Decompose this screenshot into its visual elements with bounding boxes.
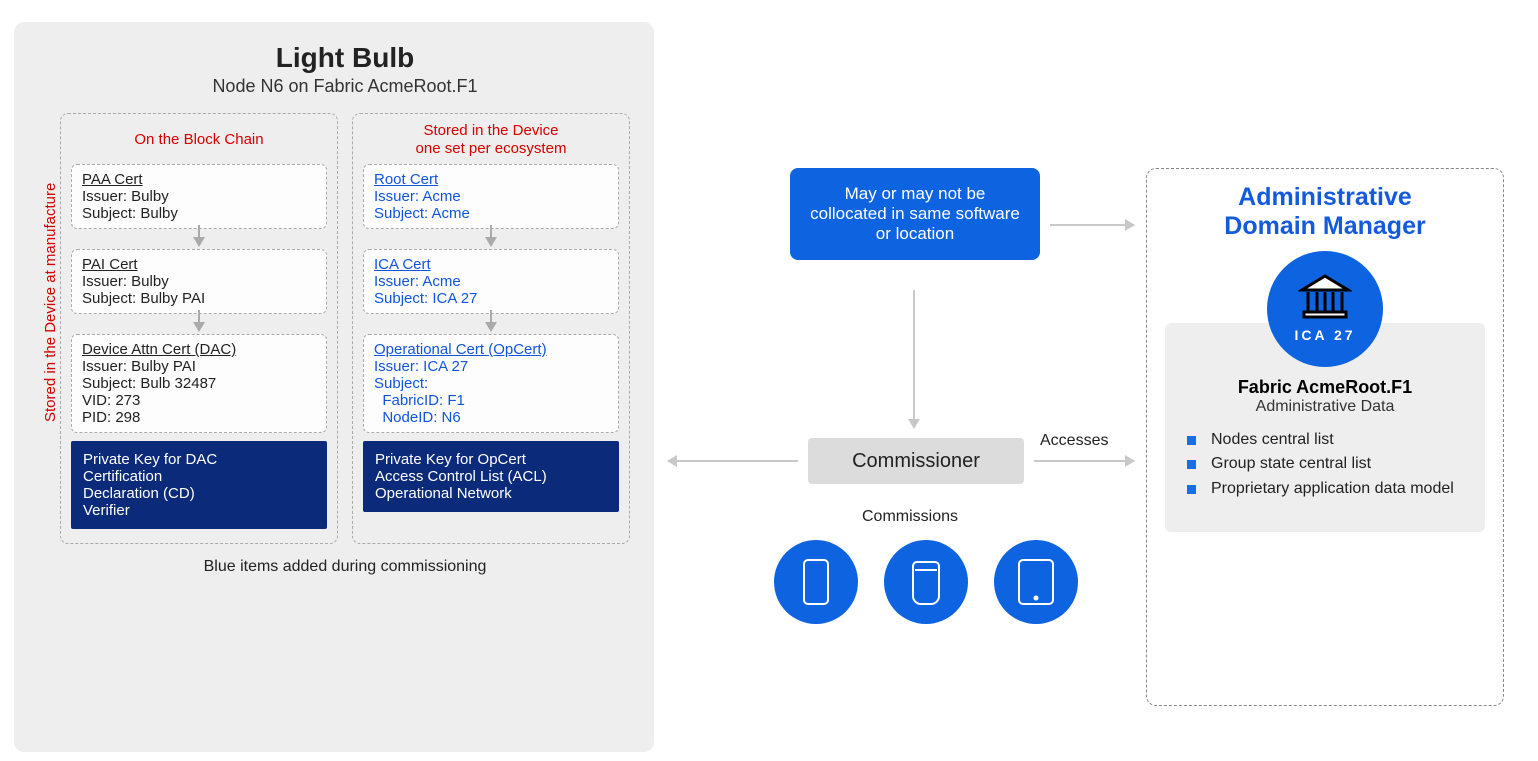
arrow-right-icon xyxy=(1050,224,1134,226)
paa-cert: PAA Cert Issuer: Bulby Subject: Bulby xyxy=(71,164,327,229)
dac-subject: Subject: Bulb 32487 xyxy=(82,375,316,392)
opriv-l3: Operational Network xyxy=(375,485,607,502)
device-heading: Stored in the Device one set per ecosyst… xyxy=(416,122,567,158)
opriv-l2: Access Control List (ACL) xyxy=(375,468,607,485)
opcert-private-key-box: Private Key for OpCert Access Control Li… xyxy=(363,441,619,512)
commissioned-devices xyxy=(774,540,1078,624)
dac-private-key-box: Private Key for DAC Certification Declar… xyxy=(71,441,327,529)
dac-cert-title: Device Attn Cert (DAC) xyxy=(82,341,316,358)
admin-bullet: Proprietary application data model xyxy=(1187,479,1469,500)
priv-l2: Certification xyxy=(83,468,315,485)
commissions-label: Commissions xyxy=(862,508,958,526)
paa-subject: Subject: Bulby xyxy=(82,205,316,222)
root-subject: Subject: Acme xyxy=(374,205,608,222)
opriv-l1: Private Key for OpCert xyxy=(375,451,607,468)
root-issuer: Issuer: Acme xyxy=(374,188,608,205)
speaker-icon xyxy=(884,540,968,624)
device-column: Stored in the Device one set per ecosyst… xyxy=(352,113,630,544)
arrow-left-icon xyxy=(668,460,798,462)
arrow-down-icon xyxy=(485,237,497,247)
arrow-right-icon xyxy=(1034,460,1134,462)
ica-subject: Subject: ICA 27 xyxy=(374,290,608,307)
device-heading-l2: one set per ecosystem xyxy=(416,140,567,158)
priv-l3: Declaration (CD) xyxy=(83,485,315,502)
fabric-sub: Administrative Data xyxy=(1181,398,1469,416)
commissioner-box: Commissioner xyxy=(808,438,1024,484)
arrow-down-icon xyxy=(485,322,497,332)
pai-cert: PAI Cert Issuer: Bulby Subject: Bulby PA… xyxy=(71,249,327,314)
tablet-icon xyxy=(994,540,1078,624)
priv-l4: Verifier xyxy=(83,502,315,519)
opcert-fabricid: FabricID: F1 xyxy=(374,392,608,409)
light-bulb-subtitle: Node N6 on Fabric AcmeRoot.F1 xyxy=(60,76,630,97)
device-heading-l1: Stored in the Device xyxy=(423,122,558,140)
dac-vid: VID: 273 xyxy=(82,392,316,409)
stored-at-manufacture-label: Stored in the Device at manufacture xyxy=(42,183,59,422)
paa-cert-title: PAA Cert xyxy=(82,171,316,188)
admin-title-l1: Administrative xyxy=(1238,183,1412,211)
admin-bullet: Nodes central list xyxy=(1187,430,1469,451)
arrow-down-icon xyxy=(193,322,205,332)
pai-issuer: Issuer: Bulby xyxy=(82,273,316,290)
pai-subject: Subject: Bulby PAI xyxy=(82,290,316,307)
admin-data-list: Nodes central list Group state central l… xyxy=(1181,430,1469,500)
root-cert-title: Root Cert xyxy=(374,171,608,188)
dac-pid: PID: 298 xyxy=(82,409,316,426)
dac-issuer: Issuer: Bulby PAI xyxy=(82,358,316,375)
accesses-label: Accesses xyxy=(1040,432,1108,450)
priv-l1: Private Key for DAC xyxy=(83,451,315,468)
commissioning-footnote: Blue items added during commissioning xyxy=(60,558,630,576)
phone-icon xyxy=(774,540,858,624)
arrow-down-icon xyxy=(193,237,205,247)
light-bulb-title: Light Bulb xyxy=(60,42,630,74)
ica-cert: ICA Cert Issuer: Acme Subject: ICA 27 xyxy=(363,249,619,314)
blockchain-column: On the Block Chain PAA Cert Issuer: Bulb… xyxy=(60,113,338,544)
bank-icon xyxy=(1298,274,1352,325)
blockchain-heading: On the Block Chain xyxy=(134,122,263,158)
light-bulb-panel: Light Bulb Node N6 on Fabric AcmeRoot.F1… xyxy=(14,22,654,752)
fabric-name: Fabric AcmeRoot.F1 xyxy=(1181,377,1469,398)
opcert-title: Operational Cert (OpCert) xyxy=(374,341,608,358)
ica-cert-title: ICA Cert xyxy=(374,256,608,273)
opcert: Operational Cert (OpCert) Issuer: ICA 27… xyxy=(363,334,619,433)
admin-title: Administrative Domain Manager xyxy=(1165,183,1485,241)
arrow-down-icon xyxy=(913,290,915,428)
opcert-issuer: Issuer: ICA 27 xyxy=(374,358,608,375)
admin-title-l2: Domain Manager xyxy=(1224,212,1425,240)
admin-bullet: Group state central list xyxy=(1187,454,1469,475)
opcert-nodeid: NodeID: N6 xyxy=(374,409,608,426)
collocation-note: May or may not be collocated in same sof… xyxy=(790,168,1040,260)
ica-issuer: Issuer: Acme xyxy=(374,273,608,290)
root-cert: Root Cert Issuer: Acme Subject: Acme xyxy=(363,164,619,229)
paa-issuer: Issuer: Bulby xyxy=(82,188,316,205)
admin-domain-manager-panel: Administrative Domain Manager ICA 27 Fab… xyxy=(1146,168,1504,706)
dac-cert: Device Attn Cert (DAC) Issuer: Bulby PAI… xyxy=(71,334,327,433)
ica-badge-label: ICA 27 xyxy=(1294,327,1355,343)
opcert-subject: Subject: xyxy=(374,375,608,392)
pai-cert-title: PAI Cert xyxy=(82,256,316,273)
ica-badge: ICA 27 xyxy=(1267,251,1383,367)
cert-columns: On the Block Chain PAA Cert Issuer: Bulb… xyxy=(60,113,630,544)
